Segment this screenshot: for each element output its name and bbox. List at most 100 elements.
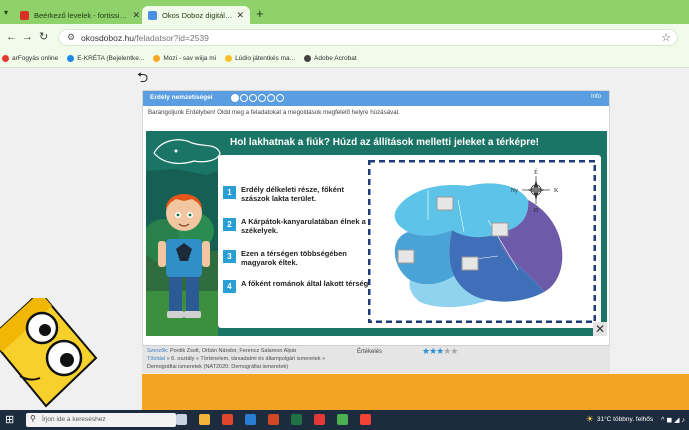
site-info-icon[interactable]: ⚙ [67,32,75,43]
statement-item: 2 A Kárpátok-kanyarulatában élnek a szék… [223,217,371,235]
bookmark-star-icon[interactable]: ☆ [661,31,671,44]
screen: { "browser": { "tabs": [ {"title": "Beér… [0,0,689,430]
bookmark-icon [225,55,233,62]
statement-text: A főként románok által lakott térség. [241,279,371,288]
weather-icon[interactable]: ☀ [586,414,594,425]
compass-east: K [554,188,559,194]
search-icon: ⚲ [30,414,36,423]
progress-dot[interactable] [258,94,266,102]
reload-icon[interactable]: ↻ [39,30,48,44]
task-panel: 1 Erdély délkeleti része, főként szászok… [218,155,601,328]
close-tab-icon[interactable]: ✕ [132,10,140,21]
drop-zone-2[interactable] [491,222,509,237]
breadcrumb-path[interactable]: » 6. osztály » Történelem, társadalmi és… [167,356,326,362]
draggable-marker-1[interactable]: 1 [223,186,236,199]
authors-text: Pontik Zsolt, Orbán Nándor, Ferencz Sala… [169,348,297,354]
bookmark-item[interactable]: E-KRÉTA (Bejelentke... [67,55,144,62]
statement-item: 3 Ezen a térségen többségében magyarok é… [223,249,371,267]
opera-icon[interactable] [360,414,371,425]
bookmark-item[interactable]: Mozi - sav wiija mi [153,55,216,62]
progress-dot[interactable] [267,94,275,102]
windows-taskbar: ⊞ ⚲ Írjon ide a kereséshez ☀ 31°C többny… [0,410,689,430]
rating-stars[interactable]: ★★★★★ [422,346,458,357]
exercise-card: Erdély nemzetiségei Info Barangoljunk Er… [142,90,610,357]
tab-okosdoboz[interactable]: Okos Doboz digitális feladatgy ✕ [142,6,250,24]
statement-text: A Kárpátok-kanyarulatában élnek a székel… [241,217,366,235]
authors-label: Szerzők: [147,348,169,354]
chrome-icon[interactable] [337,414,348,425]
bookmark-item[interactable]: arFogyás online [2,55,58,62]
back-icon[interactable]: ← [6,30,17,44]
bookmark-item[interactable]: Lúdio játentkés ma... [225,55,295,62]
word-icon[interactable] [245,414,256,425]
draggable-marker-4[interactable]: 4 [223,280,236,293]
fullscreen-close-button[interactable]: ✕ [593,322,607,336]
taskbar-search[interactable]: ⚲ Írjon ide a kereséshez [26,413,176,427]
excel-icon[interactable] [291,414,302,425]
windows-start-icon[interactable]: ⊞ [5,414,14,426]
exercise-meta: Szerzők: Pontik Zsolt, Orbán Nándor, Fer… [142,345,610,373]
tab-gmail[interactable]: Beérkező levelek - fortissimo.p ✕ [14,6,146,24]
gmail-icon [20,10,29,20]
pencil-mascot-icon [0,298,110,410]
bookmark-icon [304,55,312,62]
exercise-header: Erdély nemzetiségei Info [143,91,609,106]
statement-item: 4 A főként románok által lakott térség. [223,279,371,293]
page-content: ⮌ Erdély nemzetiségei Info Barangoljunk … [0,68,689,410]
taskbar-apps [176,414,383,425]
draggable-marker-2[interactable]: 2 [223,218,236,231]
board-title: Hol lakhatnak a fiúk? Húzd az állítások … [230,137,539,148]
powerpoint-icon[interactable] [268,414,279,425]
drop-zone-1[interactable] [436,196,454,211]
progress-dot[interactable] [231,94,239,102]
info-link[interactable]: Info [591,94,601,100]
tray-icons[interactable]: ^ ◼ ◢ ♪ [661,416,685,424]
drop-zone-4[interactable] [461,256,479,271]
transylvania-map: É D Ny K [367,159,597,324]
drop-zone-3[interactable] [397,249,415,264]
compass-north: É [534,168,538,176]
forward-icon[interactable]: → [22,30,33,44]
office-icon[interactable] [222,414,233,425]
tags-text[interactable]: Demográfiai ismeretek (NAT2020: Demográf… [147,364,288,370]
breadcrumb-home[interactable]: Tőoldal [147,356,165,362]
tab-title: Beérkező levelek - fortissimo.p [34,10,129,20]
statement-text: Ezen a térségen többségében magyarok élt… [241,249,347,267]
instruction-text: Barangoljunk Erdélyben! Oldd meg a felad… [148,109,400,116]
draggable-marker-3[interactable]: 3 [223,250,236,263]
address-bar-row: ← → ↻ ⚙ okosdoboz.hu/feladatsor?id=2539 … [0,24,689,50]
rating-label: Értékelés [357,349,383,355]
progress-dot[interactable] [249,94,257,102]
app-icon[interactable] [314,414,325,425]
bookmark-icon [67,55,75,62]
bookmark-item[interactable]: Adobe Acrobat [304,55,357,62]
progress-dots [231,94,285,102]
footer-band [142,374,689,410]
tab-title: Okos Doboz digitális feladatgy [162,10,232,20]
task-view-icon[interactable] [176,414,187,425]
star-icon[interactable]: ★ [450,346,458,356]
statement-item: 1 Erdély délkeleti része, főként szászok… [223,185,371,203]
browser-tabstrip: ▾ Beérkező levelek - fortissimo.p ✕ Okos… [0,0,689,24]
close-tab-icon[interactable]: ✕ [236,10,244,21]
bookmarks-bar: arFogyás online E-KRÉTA (Bejelentke... M… [0,50,689,68]
tab-search-icon[interactable]: ▾ [4,8,8,17]
exercise-board: Hol lakhatnak a fiúk? Húzd az állítások … [146,131,607,336]
back-arrow-icon[interactable]: ⮌ [137,67,148,91]
progress-dot[interactable] [240,94,248,102]
statement-text: Erdély délkeleti része, főként szászok l… [241,185,344,203]
okosdoboz-icon [148,10,157,20]
weather-text[interactable]: 31°C többny. felhős [597,416,653,423]
search-placeholder: Írjon ide a kereséshez [42,416,106,423]
url-path: /feladatsor?id=2539 [133,33,209,43]
new-tab-button[interactable]: + [256,6,264,22]
url-field[interactable]: ⚙ okosdoboz.hu/feladatsor?id=2539 ☆ [58,29,678,46]
url-host: okosdoboz.hu [81,33,134,43]
compass-west: Ny [511,188,518,194]
file-explorer-icon[interactable] [199,414,210,425]
bookmark-icon [153,55,161,62]
system-tray: ☀ 31°C többny. felhős ^ ◼ ◢ ♪ [586,414,685,425]
map-area: É D Ny K [367,159,597,324]
exercise-title: Erdély nemzetiségei [150,94,213,101]
progress-dot[interactable] [276,94,284,102]
